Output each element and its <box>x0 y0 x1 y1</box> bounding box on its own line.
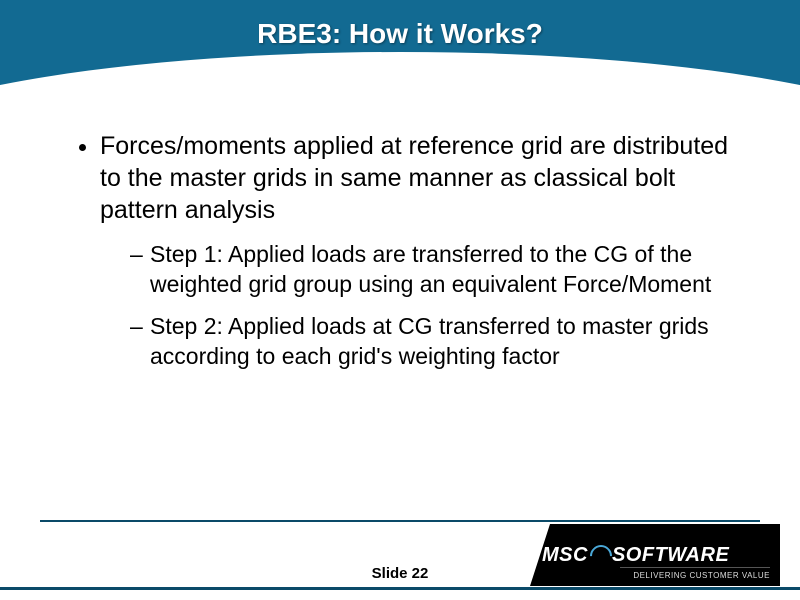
slide-content: Forces/moments applied at reference grid… <box>0 110 800 372</box>
swoosh-icon <box>590 543 610 567</box>
brand-right: SOFTWARE <box>612 544 729 567</box>
slide-header: RBE3: How it Works? <box>0 0 800 110</box>
brand-logo-text: MSC SOFTWARE <box>542 543 729 567</box>
footer-rule-top <box>40 520 760 522</box>
bullet-sub-step1: Step 1: Applied loads are transferred to… <box>130 240 730 300</box>
footer-rule-bottom <box>0 587 800 590</box>
brand-logo: MSC SOFTWARE DELIVERING CUSTOMER VALUE <box>530 524 780 586</box>
slide-footer: Slide 22 MSC SOFTWARE DELIVERING CUSTOME… <box>0 520 800 600</box>
brand-left: MSC <box>542 544 588 567</box>
bullet-main: Forces/moments applied at reference grid… <box>100 130 730 226</box>
logo-divider <box>620 567 770 568</box>
brand-tagline: DELIVERING CUSTOMER VALUE <box>633 571 770 580</box>
slide-title: RBE3: How it Works? <box>0 0 800 50</box>
bullet-sub-step2: Step 2: Applied loads at CG transferred … <box>130 312 730 372</box>
